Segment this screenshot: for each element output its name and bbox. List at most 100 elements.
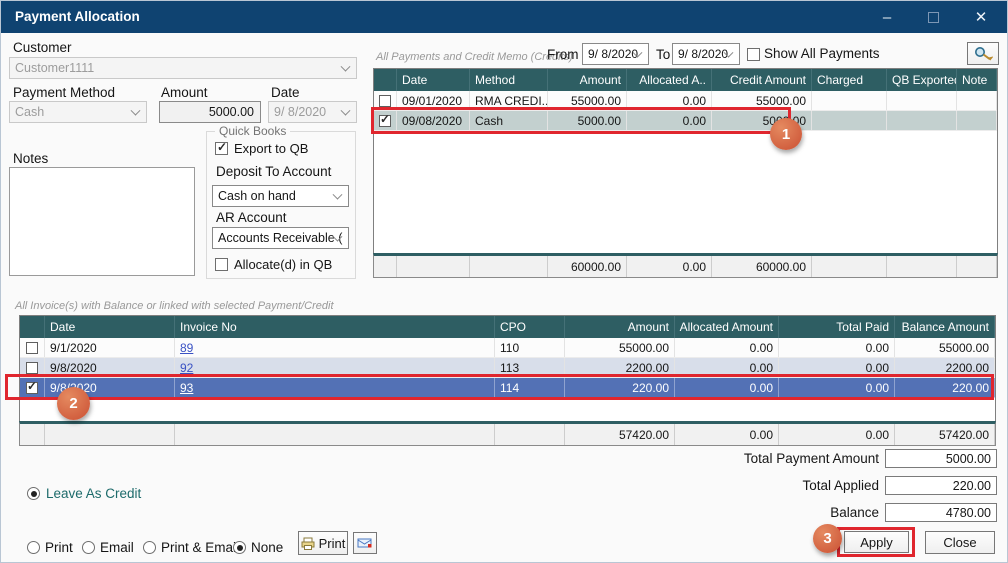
- col-cpo[interactable]: CPO: [495, 316, 565, 338]
- amount-field[interactable]: 5000.00: [159, 101, 261, 123]
- payment-row-selected[interactable]: 09/08/2020 Cash 5000.00 0.00 5000.00: [374, 111, 997, 131]
- cell-total-paid: 0.00: [779, 338, 895, 357]
- total-applied-field: 220.00: [885, 476, 997, 495]
- print-and-email-radio[interactable]: [143, 541, 156, 554]
- payment-row[interactable]: 09/01/2020 RMA CREDI.. 55000.00 0.00 550…: [374, 91, 997, 111]
- invoice-row[interactable]: 9/1/2020 89 110 55000.00 0.00 0.00 55000…: [20, 338, 995, 358]
- invoice-row-selected[interactable]: 9/8/2020 93 114 220.00 0.00 0.00 220.00: [20, 378, 995, 398]
- annotation-badge-3: 3: [813, 524, 842, 553]
- payments-table: Date Method Amount Allocated A.. Credit …: [373, 68, 998, 278]
- col-allocated[interactable]: Allocated A..: [627, 69, 712, 91]
- date-label: Date: [271, 85, 300, 100]
- col-credit-amount[interactable]: Credit Amount: [712, 69, 812, 91]
- total-amount: 60000.00: [548, 256, 627, 277]
- total-credit: 60000.00: [712, 256, 812, 277]
- chevron-down-icon: [341, 106, 351, 116]
- invoice-link[interactable]: 89: [180, 341, 193, 355]
- maximize-button[interactable]: [911, 1, 955, 33]
- payment-method-value: Cash: [15, 105, 44, 119]
- from-label: From: [547, 47, 579, 62]
- col-amount[interactable]: Amount: [565, 316, 675, 338]
- col-note[interactable]: Note: [957, 69, 997, 91]
- total-balance: 57420.00: [895, 424, 995, 445]
- total-applied-label: Total Applied: [629, 478, 879, 493]
- invoices-table: Date Invoice No CPO Amount Allocated Amo…: [19, 315, 996, 446]
- maximize-icon: [928, 12, 939, 23]
- total-applied-value: 220.00: [953, 479, 991, 493]
- print-and-email-radio-label: Print & Email: [161, 540, 239, 555]
- titlebar: Payment Allocation – ✕: [1, 1, 1007, 33]
- col-qb-exported[interactable]: QB Exported: [887, 69, 957, 91]
- cell-cpo: 113: [495, 358, 565, 377]
- chevron-down-icon: [131, 106, 141, 116]
- cell-amount: 55000.00: [565, 338, 675, 357]
- show-all-payments-checkbox[interactable]: [747, 48, 760, 61]
- col-date[interactable]: Date: [45, 316, 175, 338]
- cell-balance: 55000.00: [895, 338, 995, 357]
- date-value: 9/ 8/2020: [274, 105, 326, 119]
- total-allocated: 0.00: [627, 256, 712, 277]
- notes-textarea[interactable]: [9, 167, 195, 276]
- col-amount[interactable]: Amount: [548, 69, 627, 91]
- cell-credit: 55000.00: [712, 91, 812, 110]
- invoice-link[interactable]: 92: [180, 361, 193, 375]
- minimize-button[interactable]: –: [865, 1, 909, 33]
- cell-charged: [812, 111, 887, 130]
- cell-amount: 2200.00: [565, 358, 675, 377]
- date-select[interactable]: 9/ 8/2020: [268, 101, 357, 123]
- apply-button[interactable]: Apply: [844, 531, 909, 553]
- row-checkbox[interactable]: [26, 342, 38, 354]
- balance-field: 4780.00: [885, 503, 997, 522]
- row-checkbox[interactable]: [26, 362, 38, 374]
- to-date-select[interactable]: 9/ 8/2020: [672, 43, 740, 65]
- invoices-totals-row: 57420.00 0.00 0.00 57420.00: [19, 421, 996, 446]
- payment-method-select[interactable]: Cash: [9, 101, 147, 123]
- printer-icon: [301, 537, 315, 550]
- chevron-down-icon: [341, 62, 351, 72]
- email-radio[interactable]: [82, 541, 95, 554]
- payment-allocation-dialog: Payment Allocation – ✕ Customer Customer…: [0, 0, 1008, 563]
- cell-allocated: 0.00: [675, 338, 779, 357]
- cell-total-paid: 0.00: [779, 378, 895, 397]
- invoice-row[interactable]: 9/8/2020 92 113 2200.00 0.00 0.00 2200.0…: [20, 358, 995, 378]
- close-window-button[interactable]: ✕: [959, 1, 1003, 33]
- notes-label: Notes: [13, 151, 48, 166]
- col-invoice-no[interactable]: Invoice No: [175, 316, 495, 338]
- allocated-in-qb-label: Allocate(d) in QB: [234, 257, 332, 272]
- none-radio-label: None: [251, 540, 283, 555]
- customer-value: Customer1111: [15, 61, 94, 75]
- amount-value: 5000.00: [209, 105, 254, 119]
- close-button[interactable]: Close: [925, 531, 995, 554]
- search-payments-button[interactable]: [967, 42, 999, 65]
- leave-as-credit-radio[interactable]: [27, 487, 40, 500]
- payments-section-label: All Payments and Credit Memo (Credits): [376, 51, 573, 63]
- ar-account-select[interactable]: Accounts Receivable (: [212, 227, 349, 249]
- col-charged[interactable]: Charged: [812, 69, 887, 91]
- deposit-account-select[interactable]: Cash on hand: [212, 185, 349, 207]
- col-total-paid[interactable]: Total Paid: [779, 316, 895, 338]
- print-button[interactable]: Print: [298, 531, 348, 555]
- col-date[interactable]: Date: [397, 69, 470, 91]
- print-radio[interactable]: [27, 541, 40, 554]
- row-checkbox[interactable]: [379, 115, 391, 127]
- row-checkbox[interactable]: [26, 382, 38, 394]
- allocated-in-qb-checkbox[interactable]: [215, 258, 228, 271]
- row-checkbox[interactable]: [379, 95, 391, 107]
- col-balance-amount[interactable]: Balance Amount: [895, 316, 995, 338]
- cell-cpo: 110: [495, 338, 565, 357]
- quickbooks-group-title: Quick Books: [215, 124, 290, 138]
- cell-date: 9/1/2020: [45, 338, 175, 357]
- from-date-select[interactable]: 9/ 8/2020: [582, 43, 649, 65]
- minimize-icon: –: [883, 9, 891, 26]
- magnifier-key-icon: [973, 46, 993, 61]
- none-radio[interactable]: [233, 541, 246, 554]
- invoices-table-header: Date Invoice No CPO Amount Allocated Amo…: [20, 316, 995, 338]
- invoice-link[interactable]: 93: [180, 381, 193, 395]
- col-method[interactable]: Method: [470, 69, 548, 91]
- email-button[interactable]: [353, 532, 377, 554]
- cell-date: 9/8/2020: [45, 358, 175, 377]
- total-payment-amount-field: 5000.00: [885, 449, 997, 468]
- col-allocated-amount[interactable]: Allocated Amount: [675, 316, 779, 338]
- export-to-qb-checkbox[interactable]: [215, 142, 228, 155]
- customer-select[interactable]: Customer1111: [9, 57, 357, 79]
